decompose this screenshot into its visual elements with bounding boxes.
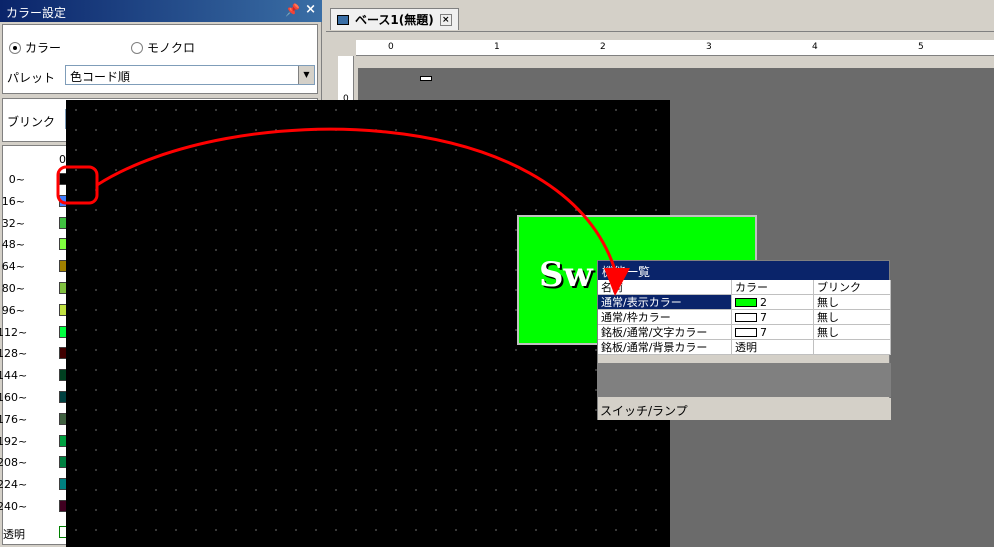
radio-selected-icon	[9, 41, 21, 54]
ruler-mark: 3	[706, 42, 712, 52]
color-swatch-icon	[735, 312, 757, 322]
table-header: 名前 カラー ブリンク	[598, 280, 891, 295]
row-label: 112~	[0, 325, 28, 339]
ruler-mark: 4	[812, 42, 818, 52]
row-name: 銘板/通常/背景カラー	[598, 340, 732, 354]
table-row[interactable]: 銘板/通常/背景カラー 透明	[598, 340, 891, 355]
mode-section: カラー モノクロ パレット 色コード順 ▼	[2, 24, 318, 94]
row-label: 192~	[0, 434, 28, 448]
ruler-horizontal: 0 1 2 3 4 5	[356, 40, 994, 56]
row-label: 160~	[0, 391, 28, 404]
radio-mono[interactable]: モノクロ	[131, 39, 195, 56]
scroll-handle[interactable]	[420, 76, 432, 81]
radio-unselected-icon	[131, 41, 143, 54]
row-label: 16~	[1, 194, 25, 208]
color-swatch-icon	[735, 327, 757, 337]
row-blink: 無し	[814, 310, 891, 324]
row-color-value: 7	[760, 325, 767, 339]
row-label: 96~	[1, 303, 25, 317]
row-label: 144~	[0, 369, 28, 383]
tab-label: ベース1(無題)	[355, 13, 434, 27]
function-list-popup: 機能一覧 名前 カラー ブリンク 通常/表示カラー 2 無し 通常/枠カラー 7 無し 銘板…	[597, 260, 891, 420]
row-label: 240~	[0, 500, 28, 513]
header-name: 名前	[598, 280, 732, 294]
radio-color-label: カラー	[25, 41, 62, 55]
row-label: 32~	[1, 216, 25, 230]
ruler-mark: 1	[494, 42, 500, 52]
table-row[interactable]: 通常/枠カラー 7 無し	[598, 310, 891, 325]
header-blink: ブリンク	[814, 280, 891, 294]
radio-mono-label: モノクロ	[147, 41, 196, 55]
pin-icon[interactable]: 📌	[285, 3, 300, 17]
row-label: 176~	[0, 412, 28, 426]
palette-label: パレット	[7, 71, 56, 85]
table-row[interactable]: 通常/表示カラー 2 無し	[598, 295, 891, 310]
popup-empty-area	[598, 363, 891, 397]
popup-title: 機能一覧	[598, 261, 889, 280]
close-icon[interactable]: ×	[305, 2, 316, 17]
row-name: 通常/枠カラー	[598, 310, 732, 324]
panel-title: カラー設定	[6, 6, 67, 20]
row-blink: 無し	[814, 325, 891, 339]
row-color: 7	[732, 310, 814, 324]
row-name: 銘板/通常/文字カラー	[598, 325, 732, 339]
row-label: 80~	[1, 282, 25, 295]
row-label: 224~	[0, 478, 28, 492]
tab-base1[interactable]: ベース1(無題) ×	[330, 8, 459, 30]
row-color-value: 7	[760, 310, 767, 324]
panel-titlebar: カラー設定 📌 ×	[0, 0, 322, 22]
row-color: 7	[732, 325, 814, 339]
row-name: 通常/表示カラー	[598, 295, 732, 309]
ruler-mark: 5	[918, 42, 924, 52]
close-icon[interactable]: ×	[439, 13, 452, 26]
blink-label: ブリンク	[7, 115, 56, 129]
radio-color[interactable]: カラー	[9, 39, 61, 56]
row-color-value: 透明	[735, 341, 757, 354]
row-color: 透明	[732, 340, 814, 354]
row-color-value: 2	[760, 295, 767, 309]
chevron-down-icon[interactable]: ▼	[298, 66, 314, 84]
row-blink	[814, 340, 891, 354]
row-color: 2	[732, 295, 814, 309]
tab-bar: ベース1(無題) ×	[326, 0, 994, 32]
screen-icon	[337, 14, 349, 25]
transparent-label: 透明	[3, 527, 25, 541]
popup-footer: スイッチ/ランプ	[598, 398, 891, 420]
switch-label: Sw	[539, 255, 593, 295]
row-label: 128~	[0, 347, 28, 361]
row-label: 64~	[1, 260, 25, 274]
row-label: 0~	[8, 173, 25, 186]
row-blink: 無し	[814, 295, 891, 309]
ruler-mark: 2	[600, 42, 606, 52]
row-label: 208~	[0, 456, 28, 470]
ruler-mark: 0	[388, 42, 394, 52]
color-swatch-icon	[735, 297, 757, 307]
row-label: 48~	[1, 238, 25, 252]
table-row[interactable]: 銘板/通常/文字カラー 7 無し	[598, 325, 891, 340]
palette-select[interactable]: 色コード順 ▼	[65, 65, 315, 85]
palette-value: 色コード順	[70, 70, 131, 84]
function-table: 名前 カラー ブリンク 通常/表示カラー 2 無し 通常/枠カラー 7 無し 銘板/通常/文…	[598, 280, 891, 355]
header-color: カラー	[732, 280, 814, 294]
